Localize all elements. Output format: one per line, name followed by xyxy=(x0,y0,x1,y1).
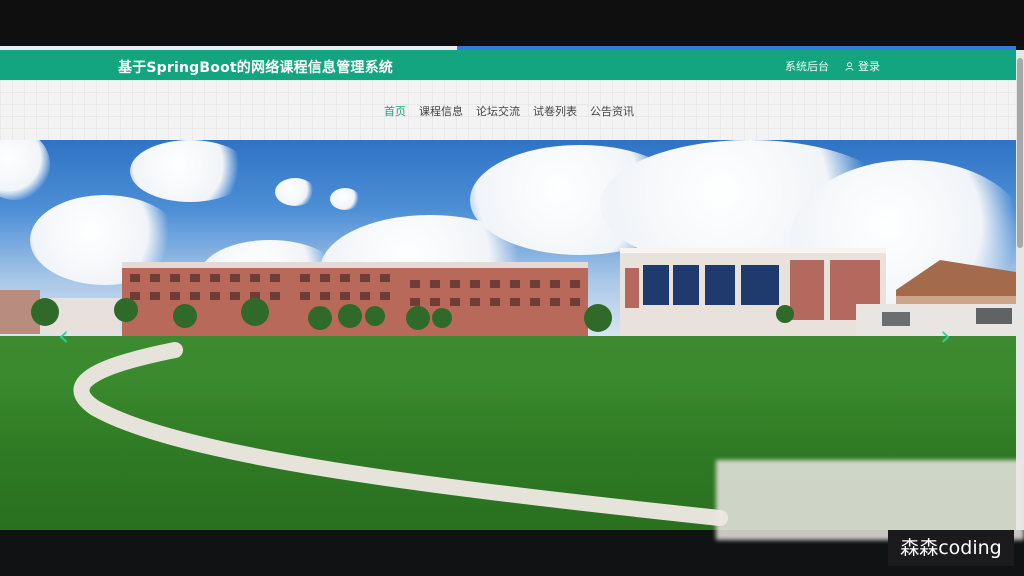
nav-items: 首页 课程信息 论坛交流 试卷列表 公告资讯 xyxy=(384,103,634,119)
user-icon xyxy=(845,61,854,71)
screen-top-letterbox xyxy=(0,0,1024,46)
nav-item-news[interactable]: 公告资讯 xyxy=(590,103,634,119)
page-scrollbar[interactable] xyxy=(1016,50,1024,530)
carousel-prev-button[interactable]: ‹ xyxy=(58,318,76,354)
scrollbar-thumb[interactable] xyxy=(1017,58,1023,248)
admin-link[interactable]: 系统后台 xyxy=(785,58,829,74)
header-bar: 基于SpringBoot的网络课程信息管理系统 系统后台 登录 xyxy=(0,50,1016,80)
page-viewport: 基于SpringBoot的网络课程信息管理系统 系统后台 登录 首页 课程信息 … xyxy=(0,50,1016,530)
nav-item-exams[interactable]: 试卷列表 xyxy=(533,103,577,119)
nav-item-forum[interactable]: 论坛交流 xyxy=(476,103,520,119)
main-nav: 首页 课程信息 论坛交流 试卷列表 公告资讯 xyxy=(0,80,1016,140)
nav-item-courses[interactable]: 课程信息 xyxy=(419,103,463,119)
carousel-next-button[interactable]: › xyxy=(940,318,958,354)
watermark-label: 森森coding xyxy=(888,530,1014,566)
login-label: 登录 xyxy=(858,60,880,73)
site-title: 基于SpringBoot的网络课程信息管理系统 xyxy=(118,60,393,76)
nav-item-home[interactable]: 首页 xyxy=(384,103,406,119)
blurred-overlay xyxy=(716,460,1024,540)
login-link[interactable]: 登录 xyxy=(845,58,880,74)
